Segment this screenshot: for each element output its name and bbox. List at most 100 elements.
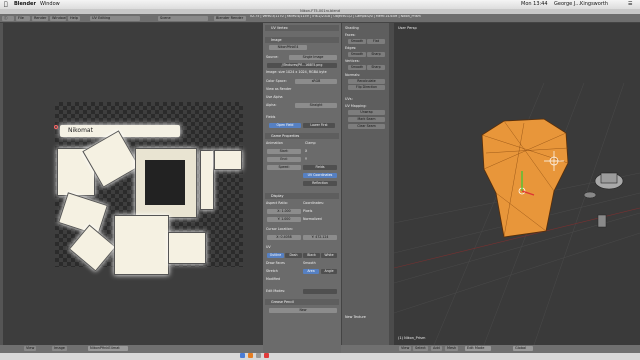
uv-editor-footer: View Image NikonPfinkE4mat xyxy=(0,345,263,353)
image-name-field[interactable]: NikonPfinkE4mat xyxy=(88,346,128,351)
new-grease-pencil-button[interactable]: New xyxy=(269,308,337,313)
menu-window[interactable]: Window xyxy=(40,0,60,9)
area-toggle[interactable]: Area xyxy=(303,269,319,274)
transform-orientation-select[interactable]: Global xyxy=(513,346,533,351)
alpha-select[interactable]: Straight xyxy=(295,103,337,108)
vp-view-menu[interactable]: View xyxy=(399,346,412,351)
animation-checkbox[interactable]: Animation xyxy=(266,141,283,146)
alpha-label: Alpha: xyxy=(266,103,277,107)
start-field[interactable]: Start: xyxy=(267,149,301,154)
tab-outline[interactable]: Outline xyxy=(267,253,284,258)
reflection-toggle[interactable]: Reflection xyxy=(303,181,337,186)
vertices-sharp-button[interactable]: Sharp xyxy=(367,65,385,70)
vp-select-menu[interactable]: Select xyxy=(413,346,428,351)
flip-direction-button[interactable]: Flip Direction xyxy=(348,85,385,90)
edges-label: Edges: xyxy=(345,46,357,50)
settings-icon[interactable] xyxy=(256,353,261,358)
color-space-select[interactable]: sRGB xyxy=(295,79,337,84)
edges-smooth-button[interactable]: Smooth xyxy=(348,52,366,57)
edit-modes-select[interactable] xyxy=(303,289,337,294)
game-properties-header[interactable]: Game Properties xyxy=(265,133,339,139)
end-field[interactable]: End: xyxy=(267,157,301,162)
smooth-checkbox[interactable]: Smooth xyxy=(303,261,316,266)
list-icon[interactable]: ☰ xyxy=(628,0,632,9)
coordinates-label: Coordinates: xyxy=(303,201,324,205)
uv-image-menu[interactable]: Image xyxy=(52,346,67,351)
image-panel-header[interactable]: Image xyxy=(265,37,339,43)
use-alpha-checkbox[interactable]: Use Alpha xyxy=(266,95,283,100)
tab-white[interactable]: White xyxy=(321,253,337,258)
shading-header[interactable]: Shading xyxy=(345,26,359,30)
cursor-location-label: Cursor Location: xyxy=(266,227,293,231)
stats-line: v2.75 | Verts:3/1170 | Faces:4/1159 | Tr… xyxy=(250,15,421,18)
finder-icon[interactable] xyxy=(240,353,245,358)
faces-smooth-button[interactable]: Smooth xyxy=(348,39,366,44)
source-label: Source: xyxy=(266,55,279,59)
modified-checkbox[interactable]: Modified xyxy=(266,277,280,282)
uv-island[interactable] xyxy=(168,232,206,264)
uv-display-label: UV xyxy=(266,245,271,249)
tab-dash[interactable]: Dash xyxy=(285,253,302,258)
object-label: (1) Nikon_Prism xyxy=(398,336,426,340)
grease-pencil-header[interactable]: Grease Pencil xyxy=(265,299,339,305)
nikon-prism-mesh[interactable] xyxy=(474,113,584,243)
background-parts xyxy=(583,172,624,228)
uv-island[interactable] xyxy=(214,150,242,170)
menu-file[interactable]: File xyxy=(16,16,30,21)
uv-island[interactable] xyxy=(114,215,169,275)
uvs-header[interactable]: UVs: xyxy=(345,97,353,101)
display-header[interactable]: Display xyxy=(265,193,339,199)
apple-icon[interactable]:  xyxy=(4,0,8,9)
clear-seam-button[interactable]: Clear Seam xyxy=(348,124,385,129)
aspect-x-field[interactable]: X: 1.000 xyxy=(267,209,301,214)
fields-toggle[interactable]: Fields xyxy=(303,165,337,170)
screen-layout-select[interactable]: UV Editing xyxy=(90,16,140,21)
aspect-y-field[interactable]: Y: 1.000 xyxy=(267,217,301,222)
mode-select[interactable]: Edit Mode xyxy=(465,346,491,351)
render-engine-select[interactable]: Blender Render xyxy=(214,16,246,21)
new-texture-label[interactable]: New Texture xyxy=(345,315,366,319)
menu-app[interactable]: Blender xyxy=(14,0,36,9)
faces-flat-button[interactable]: Flat xyxy=(367,39,385,44)
nikomat-logo: Nikomat xyxy=(68,127,93,134)
scene-select[interactable]: Scene xyxy=(158,16,208,21)
menu-window-b[interactable]: Window xyxy=(50,16,66,21)
mark-seam-button[interactable]: Mark Seam xyxy=(348,117,385,122)
vertices-smooth-button[interactable]: Smooth xyxy=(348,65,366,70)
fields-button-2[interactable]: Lower First xyxy=(303,123,335,128)
vp-mesh-menu[interactable]: Mesh xyxy=(445,346,459,351)
user-name[interactable]: George J...Kingsworth xyxy=(554,0,608,9)
clamp-y-checkbox[interactable]: Y xyxy=(305,157,307,162)
tab-black[interactable]: Black xyxy=(303,253,320,258)
angle-toggle[interactable]: Angle xyxy=(321,269,337,274)
stretch-checkbox[interactable]: Stretch xyxy=(266,269,278,274)
file-path-field[interactable]: //Textures/Pfl...168E5.png xyxy=(267,63,337,68)
uv-coordinates-toggle[interactable]: UV Coordinates xyxy=(303,173,337,178)
cursor-x-field[interactable]: X: 0.4058 xyxy=(267,235,301,240)
source-select[interactable]: Single Image xyxy=(289,55,337,60)
speed-field[interactable]: Speed: xyxy=(267,165,301,170)
editor-type-icon[interactable]: ⓘ xyxy=(2,16,14,21)
view-as-render-checkbox[interactable]: View as Render xyxy=(266,87,291,92)
vp-add-menu[interactable]: Add xyxy=(431,346,442,351)
edges-sharp-button[interactable]: Sharp xyxy=(367,52,385,57)
pixels-radio[interactable]: Pixels xyxy=(303,209,312,214)
cursor-y-field[interactable]: Y: 472.124 xyxy=(303,235,337,240)
clamp-x-checkbox[interactable]: X xyxy=(305,149,307,154)
uv-vertex-header[interactable]: UV Vertex xyxy=(265,25,339,31)
fields-button-1[interactable]: Open Field xyxy=(269,123,301,128)
unwrap-button[interactable]: Unwrap xyxy=(348,110,385,115)
image-name-field[interactable]: NikonPfinkE4 xyxy=(269,45,307,50)
uv-view-menu[interactable]: View xyxy=(24,346,37,351)
draw-faces-checkbox[interactable]: Draw Faces xyxy=(266,261,285,266)
uv-island[interactable] xyxy=(200,150,214,210)
3d-cursor-icon[interactable] xyxy=(544,151,564,171)
recalculate-button[interactable]: Recalculate xyxy=(348,79,385,84)
blender-icon[interactable] xyxy=(248,353,253,358)
3d-viewport[interactable]: User Persp (1) Nikon_Prism xyxy=(394,23,640,345)
menu-render[interactable]: Render xyxy=(32,16,48,21)
normalized-radio[interactable]: Normalized xyxy=(303,217,322,222)
uv-cursor-icon[interactable] xyxy=(54,125,58,129)
app-icon[interactable] xyxy=(264,353,269,358)
menu-help[interactable]: Help xyxy=(68,16,80,21)
